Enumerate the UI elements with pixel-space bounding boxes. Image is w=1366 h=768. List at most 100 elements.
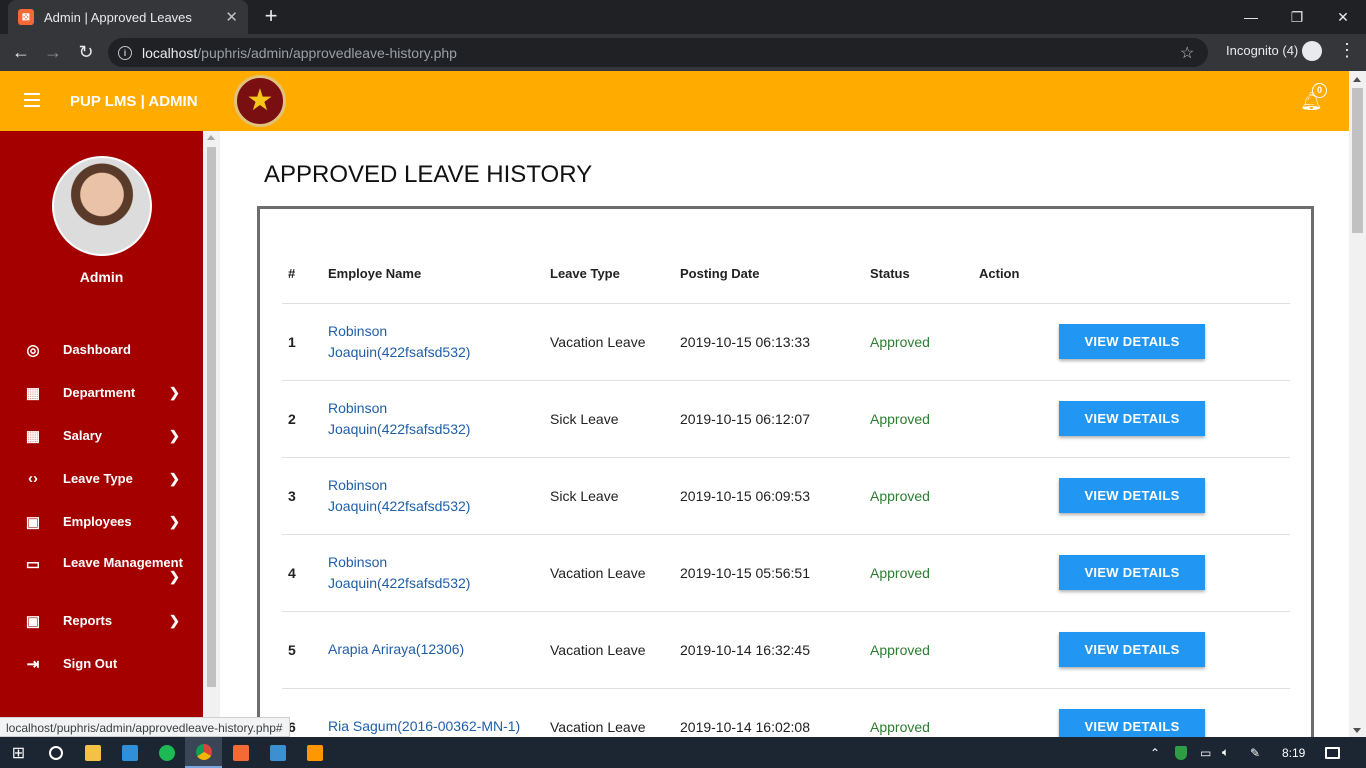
close-tab-icon[interactable]: ✕: [225, 8, 238, 26]
scroll-up-arrow-icon[interactable]: [1353, 77, 1361, 82]
sidebar-item-label: Leave Type: [63, 471, 133, 486]
sidebar-item-leave-type[interactable]: ‹› Leave Type ❯: [0, 457, 203, 500]
leave-type: Sick Leave: [544, 457, 674, 535]
windows-taskbar: ⊞ ⌃ ▭ 🔈︎ ✎ 8:19: [0, 737, 1366, 768]
reload-icon[interactable]: ↻: [69, 35, 103, 69]
forward-icon[interactable]: →: [36, 35, 70, 69]
posting-date: 2019-10-14 16:02:08: [674, 688, 864, 737]
button-cell: VIEW DETAILS: [1053, 534, 1290, 612]
browser-menu-icon[interactable]: ⋮: [1338, 40, 1356, 61]
cortana-search-icon[interactable]: [37, 737, 74, 768]
xampp-icon[interactable]: [222, 737, 259, 768]
button-cell: VIEW DETAILS: [1053, 688, 1290, 737]
url-input[interactable]: i localhost/puphris/admin/approvedleave-…: [108, 38, 1208, 67]
notification-count-badge: 0: [1312, 83, 1327, 98]
sidebar-item-leave-management[interactable]: ▭ Leave Management ❯: [0, 543, 203, 599]
sidebar-item-label: Sign Out: [63, 656, 118, 671]
sidebar-item-department[interactable]: ▦ Department ❯: [0, 371, 203, 414]
sidebar-item-salary[interactable]: ▦ Salary ❯: [0, 414, 203, 457]
employee-cell: Robinson Joaquin(422fsafsd532): [322, 380, 544, 458]
incognito-icon[interactable]: [1302, 41, 1322, 61]
table-row: 5 Arapia Ariraya(12306) Vacation Leave 2…: [282, 611, 1290, 689]
row-number: 4: [282, 534, 322, 612]
info-icon[interactable]: i: [118, 45, 132, 60]
url-path: /puphris/admin/approvedleave-history.php: [197, 44, 457, 61]
chevron-right-icon: ❯: [169, 513, 180, 529]
employee-name-link[interactable]: Robinson Joaquin(422fsafsd532): [328, 398, 523, 440]
action-center-icon[interactable]: [1325, 737, 1340, 768]
sidebar-item-employees[interactable]: ▣ Employees ❯: [0, 500, 203, 543]
employee-name-link[interactable]: Robinson Joaquin(422fsafsd532): [328, 552, 523, 594]
employee-name-line1: Robinson: [328, 399, 388, 416]
leave-type: Vacation Leave: [544, 534, 674, 612]
leave-history-card: # Employe Name Leave Type Posting Date S…: [257, 206, 1314, 737]
view-details-button[interactable]: VIEW DETAILS: [1059, 478, 1205, 513]
sign-out-icon: ⇥: [26, 655, 40, 673]
battery-icon[interactable]: ▭: [1200, 737, 1211, 768]
view-details-button[interactable]: VIEW DETAILS: [1059, 632, 1205, 667]
address-bar: ← → ↻ i localhost/puphris/admin/approved…: [0, 34, 1366, 71]
app-window-icon[interactable]: [259, 737, 296, 768]
table-row: 3 Robinson Joaquin(422fsafsd532) Sick Lea…: [282, 457, 1290, 535]
chrome-icon[interactable]: [185, 737, 222, 768]
scrollbar-thumb[interactable]: [1352, 88, 1363, 233]
pen-icon[interactable]: ✎: [1250, 737, 1260, 768]
view-details-button[interactable]: VIEW DETAILS: [1059, 555, 1205, 590]
sublime-text-icon[interactable]: [296, 737, 333, 768]
app-header: PUP LMS | ADMIN ★ 🔔︎: [0, 71, 1349, 131]
star-icon: ★: [246, 84, 274, 117]
grid-icon: ▦: [25, 427, 41, 445]
page-scrollbar[interactable]: [1349, 71, 1366, 737]
view-details-button[interactable]: VIEW DETAILS: [1059, 709, 1205, 737]
scrollbar-thumb[interactable]: [207, 147, 216, 687]
brand-title[interactable]: PUP LMS | ADMIN: [70, 93, 198, 110]
user-name: Admin: [79, 269, 124, 285]
back-icon[interactable]: ←: [4, 35, 38, 69]
column-header: #: [282, 245, 322, 304]
hamburger-menu-icon[interactable]: [24, 93, 40, 107]
posting-date: 2019-10-15 06:09:53: [674, 457, 864, 535]
leave-type: Vacation Leave: [544, 303, 674, 381]
sidebar-item-label: Leave Management: [63, 555, 183, 570]
employee-name-link[interactable]: Ria Sagum(2016-00362-MN-1): [328, 716, 538, 737]
action-cell: [973, 303, 1053, 381]
view-details-button[interactable]: VIEW DETAILS: [1059, 401, 1205, 436]
restore-icon[interactable]: ❐: [1274, 0, 1320, 34]
employee-name-link[interactable]: Arapia Ariraya(12306): [328, 639, 523, 660]
new-tab-icon[interactable]: +: [260, 5, 282, 27]
table-row: 4 Robinson Joaquin(422fsafsd532) Vacation…: [282, 534, 1290, 612]
close-window-icon[interactable]: ✕: [1320, 0, 1366, 34]
spotify-icon[interactable]: [148, 737, 185, 768]
employee-cell: Ria Sagum(2016-00362-MN-1): [322, 688, 544, 737]
bookmark-star-icon[interactable]: ☆: [1180, 43, 1194, 63]
scroll-down-arrow-icon[interactable]: [1353, 728, 1361, 733]
action-cell: [973, 457, 1053, 535]
vscode-icon[interactable]: [111, 737, 148, 768]
clock-time[interactable]: 8:19: [1282, 737, 1305, 768]
browser-tab[interactable]: ⊠ Admin | Approved Leaves ✕: [8, 0, 248, 34]
sidebar-item-sign-out[interactable]: ⇥ Sign Out: [0, 642, 203, 685]
posting-date: 2019-10-15 06:12:07: [674, 380, 864, 458]
scroll-up-arrow-icon[interactable]: [207, 135, 215, 140]
minimize-icon[interactable]: —: [1228, 0, 1274, 34]
dashboard-icon: ◎: [26, 341, 40, 359]
chevron-right-icon: ❯: [169, 569, 180, 584]
sidebar-scrollbar[interactable]: [203, 131, 220, 737]
posting-date: 2019-10-15 05:56:51: [674, 534, 864, 612]
main-content: APPROVED LEAVE HISTORY # Employe Name Le…: [220, 131, 1349, 737]
action-cell: [973, 611, 1053, 689]
status-text: Approved: [864, 688, 973, 737]
employee-name-link[interactable]: Robinson Joaquin(422fsafsd532): [328, 321, 523, 363]
view-details-button[interactable]: VIEW DETAILS: [1059, 324, 1205, 359]
sidebar-item-dashboard[interactable]: ◎ Dashboard: [0, 328, 203, 371]
windows-start-icon[interactable]: ⊞: [0, 737, 37, 768]
defender-shield-icon[interactable]: [1175, 737, 1187, 768]
file-explorer-icon[interactable]: [74, 737, 111, 768]
sidebar-item-reports[interactable]: ▣ Reports ❯: [0, 599, 203, 642]
employee-name-link[interactable]: Robinson Joaquin(422fsafsd532): [328, 475, 523, 517]
button-cell: VIEW DETAILS: [1053, 303, 1290, 381]
volume-icon[interactable]: 🔈︎: [1222, 737, 1229, 768]
employee-cell: Robinson Joaquin(422fsafsd532): [322, 534, 544, 612]
chevron-right-icon: ❯: [169, 470, 180, 486]
tray-chevron-up-icon[interactable]: ⌃: [1150, 737, 1160, 768]
